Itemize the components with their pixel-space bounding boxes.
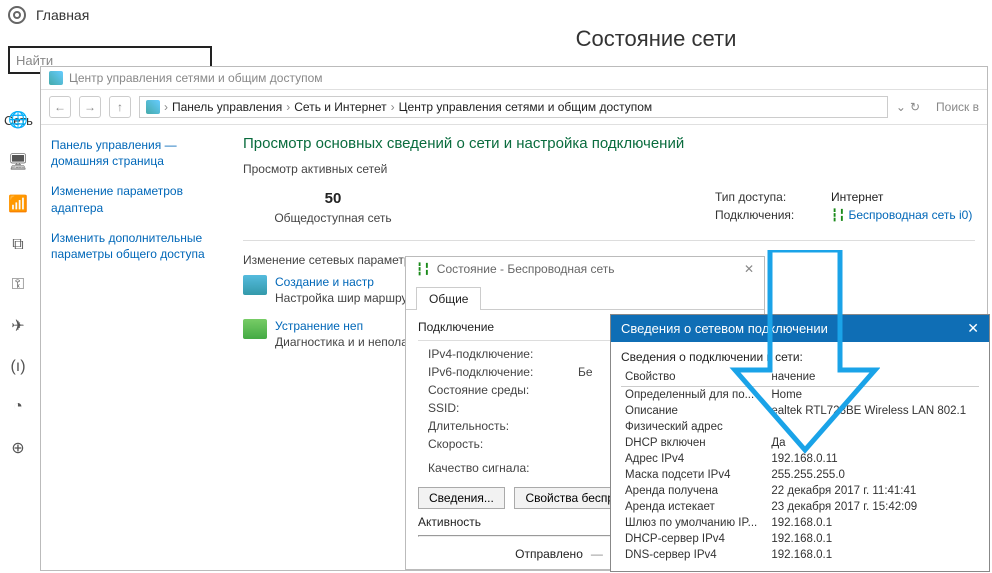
vpn-icon[interactable]: ⚿ xyxy=(12,276,24,294)
signal-bars-icon: ┇╏ xyxy=(831,208,845,222)
crumb-1[interactable]: Сеть и Интернет xyxy=(294,100,386,114)
access-type-label: Тип доступа: xyxy=(715,190,815,204)
table-row: Определенный для по...Home xyxy=(621,387,979,404)
crumb-0[interactable]: Панель управления xyxy=(172,100,282,114)
home-label[interactable]: Главная xyxy=(36,7,89,23)
details-title: Сведения о сетевом подключении xyxy=(621,321,828,336)
tab-general[interactable]: Общие xyxy=(416,287,481,310)
wireless-props-button[interactable]: Свойства беспр xyxy=(514,487,625,509)
table-row: Аренда получена22 декабря 2017 г. 11:41:… xyxy=(621,483,979,499)
table-row: DNS-сервер IPv4192.168.0.1 xyxy=(621,547,979,563)
close-icon[interactable]: ✕ xyxy=(744,262,754,276)
troubleshoot-link[interactable]: Устранение неп xyxy=(275,319,363,333)
breadcrumb-icon xyxy=(146,100,160,114)
table-row: Физический адрес xyxy=(621,419,979,435)
col-value: начение xyxy=(767,368,979,387)
ipv6-label: IPv6-подключение: xyxy=(428,365,578,379)
table-row: Адрес IPv4192.168.0.11 xyxy=(621,451,979,467)
refresh-icon[interactable]: ↻ xyxy=(910,100,920,114)
settings-icon-rail: 🌐 🖥 📶 ⧉ ⚿ ✈ (ı) ◔ ⊕ xyxy=(0,110,36,458)
window-title: Центр управления сетями и общим доступом xyxy=(69,71,323,85)
active-networks-label: Просмотр активных сетей xyxy=(243,162,975,176)
sidebar-link-home[interactable]: Панель управления — домашняя страница xyxy=(51,137,221,169)
network-name: 50 xyxy=(243,190,423,207)
details-button[interactable]: Сведения... xyxy=(418,487,505,509)
connection-link[interactable]: ┇╏Беспроводная сеть i0) xyxy=(831,208,972,222)
duration-label: Длительность: xyxy=(428,419,578,433)
ssid-label: SSID: xyxy=(428,401,578,415)
signal-quality-label: Качество сигнала: xyxy=(428,461,578,475)
sidebar: Панель управления — домашняя страница Из… xyxy=(41,125,231,373)
table-row: Аренда истекает23 декабря 2017 г. 15:42:… xyxy=(621,499,979,515)
connection-details-window: Сведения о сетевом подключении ✕ Сведени… xyxy=(610,314,990,572)
sidebar-link-adapter[interactable]: Изменение параметров адаптера xyxy=(51,183,221,215)
search-hint[interactable]: Поиск в xyxy=(936,100,979,114)
setup-connection-link[interactable]: Создание и настр xyxy=(275,275,374,289)
settings-gear-icon xyxy=(8,6,26,24)
media-state-label: Состояние среды: xyxy=(428,383,578,397)
status-icon[interactable]: 🌐 xyxy=(8,110,28,130)
hotspot-icon[interactable]: (ı) xyxy=(10,358,25,376)
table-row: Шлюз по умолчанию IP...192.168.0.1 xyxy=(621,515,979,531)
crumb-2[interactable]: Центр управления сетями и общим доступом xyxy=(399,100,653,114)
nav-back-button[interactable]: ← xyxy=(49,96,71,118)
speed-label: Скорость: xyxy=(428,437,578,451)
troubleshoot-icon xyxy=(243,319,267,339)
sidebar-link-sharing[interactable]: Изменить дополнительные параметры общего… xyxy=(51,230,221,262)
details-table: Свойство начение Определенный для по...H… xyxy=(621,368,979,563)
table-row: DHCP-сервер IPv4192.168.0.1 xyxy=(621,531,979,547)
close-icon[interactable]: ✕ xyxy=(967,320,979,337)
table-row: Маска подсети IPv4255.255.255.0 xyxy=(621,467,979,483)
connections-label: Подключения: xyxy=(715,208,815,222)
nav-forward-button[interactable]: → xyxy=(79,96,101,118)
setup-connection-icon xyxy=(243,275,267,295)
dropdown-chevron-icon[interactable]: ⌄ xyxy=(896,100,906,114)
breadcrumb[interactable]: › Панель управления › Сеть и Интернет › … xyxy=(139,96,888,118)
wifi-icon[interactable]: 📶 xyxy=(8,194,28,214)
table-row: Описаниеealtek RTL723BE Wireless LAN 802… xyxy=(621,403,979,419)
proxy-icon[interactable]: ⊕ xyxy=(11,438,24,458)
ethernet-icon[interactable]: 🖥 xyxy=(8,152,28,172)
ipv4-label: IPv4-подключение: xyxy=(428,347,578,361)
details-subtitle: Сведения о подключении к сети: xyxy=(621,350,979,364)
datausage-icon[interactable]: ◔ xyxy=(13,398,23,416)
page-title: Состояние сети xyxy=(320,26,992,52)
airplane-icon[interactable]: ✈ xyxy=(11,316,24,336)
sent-label: Отправлено xyxy=(515,547,583,561)
network-type: Общедоступная сеть xyxy=(243,211,423,225)
access-type-value: Интернет xyxy=(831,190,883,204)
table-row: DHCP включенДа xyxy=(621,435,979,451)
dialup-icon[interactable]: ⧉ xyxy=(12,236,23,254)
window-icon xyxy=(49,71,63,85)
col-property: Свойство xyxy=(621,368,767,387)
main-heading: Просмотр основных сведений о сети и наст… xyxy=(243,135,975,152)
nav-up-button[interactable]: ↑ xyxy=(109,96,131,118)
status-title: Состояние - Беспроводная сеть xyxy=(437,262,615,276)
signal-icon: ┇╏ xyxy=(416,262,430,276)
